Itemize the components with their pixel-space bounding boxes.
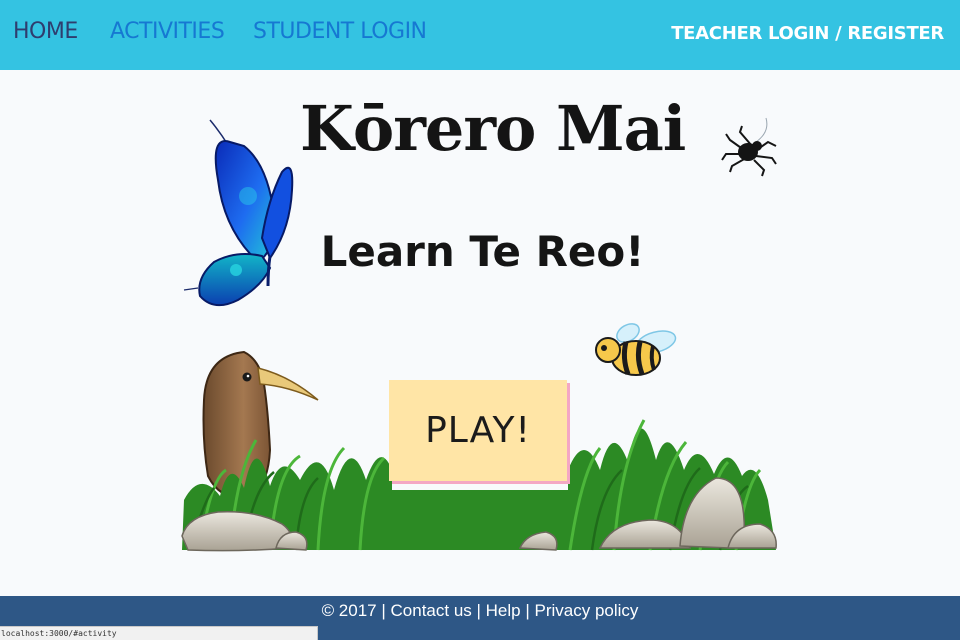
footer-privacy-link[interactable]: Privacy policy	[535, 601, 639, 620]
footer-separator: |	[471, 601, 486, 620]
bee-icon	[595, 323, 677, 376]
spider-icon	[721, 117, 777, 177]
footer-contact-link[interactable]: Contact us	[391, 601, 472, 620]
butterfly-icon	[183, 119, 294, 307]
play-button[interactable]: PLAY!	[389, 380, 567, 481]
footer-separator: |	[520, 601, 535, 620]
app-title: Kōrero Mai	[300, 92, 686, 165]
browser-status-url: localhost:3000/#activity	[0, 626, 318, 640]
footer-help-link[interactable]: Help	[486, 601, 521, 620]
footer-separator: |	[376, 601, 391, 620]
footer-links: © 2017 | Contact us | Help | Privacy pol…	[0, 600, 960, 622]
footer-copyright: © 2017	[321, 601, 377, 620]
app-subtitle: Learn Te Reo!	[320, 227, 645, 276]
